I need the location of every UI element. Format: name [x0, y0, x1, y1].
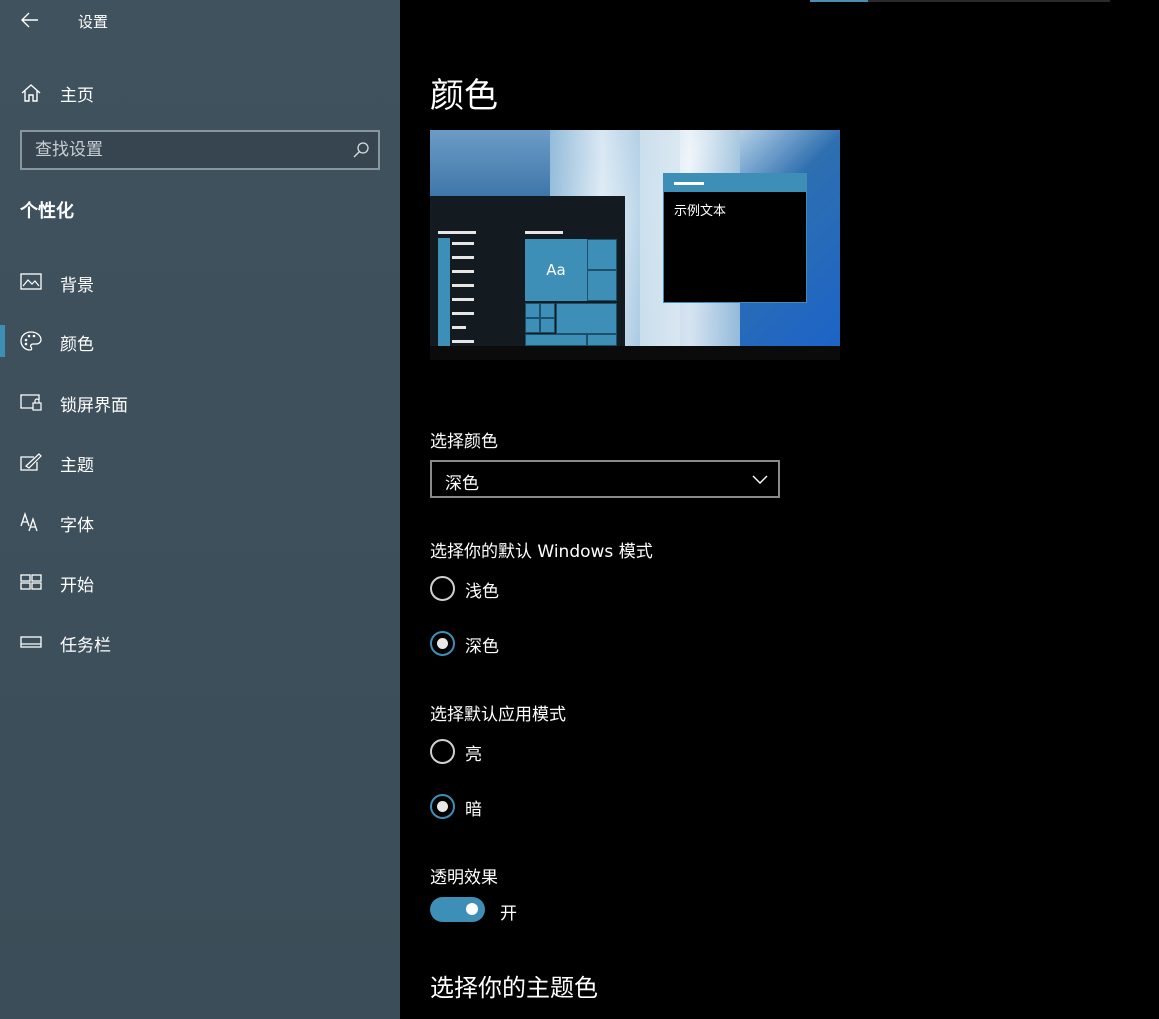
- app-mode-label: 选择默认应用模式: [430, 705, 566, 725]
- settings-sidebar: 设置 主页 个性化 背景 颜色: [0, 0, 400, 1019]
- preview-line: [525, 231, 563, 234]
- preview-line: [438, 231, 476, 234]
- home-icon: [21, 84, 41, 102]
- preview-tile: Aa: [525, 239, 587, 301]
- preview-line: [452, 284, 474, 287]
- font-icon: [20, 512, 38, 532]
- sidebar-item-label: 开始: [60, 576, 94, 596]
- radio-label: 深色: [465, 637, 499, 657]
- theme-preview: Aa 示例文本: [430, 130, 840, 360]
- radio-circle: [430, 739, 455, 764]
- back-button[interactable]: [14, 6, 46, 34]
- radio-circle: [430, 631, 455, 656]
- preview-window-titlebar: [664, 174, 806, 192]
- preview-start-stripe: [438, 238, 450, 346]
- main-content: 颜色 Aa 示例文本 选择颜色 深色 选择你的默认 Windows 模式 浅色 …: [400, 0, 1159, 1019]
- transparency-label: 透明效果: [430, 868, 498, 888]
- sidebar-item-colors[interactable]: 颜色: [0, 319, 400, 363]
- sidebar-item-background[interactable]: 背景: [0, 260, 400, 304]
- radio-circle: [430, 794, 455, 819]
- preview-line: [452, 326, 466, 329]
- preview-line: [452, 340, 474, 343]
- radio-label: 浅色: [465, 582, 499, 602]
- toggle-knob: [466, 903, 478, 915]
- choose-color-label: 选择颜色: [430, 432, 498, 452]
- scroll-indicator-thumb: [810, 0, 868, 2]
- back-arrow-icon: [21, 12, 38, 28]
- preview-line: [452, 312, 474, 315]
- radio-label: 暗: [465, 800, 482, 820]
- sidebar-item-lock-screen[interactable]: 锁屏界面: [0, 380, 400, 424]
- start-menu-icon: [20, 574, 42, 590]
- preview-tile: [556, 303, 617, 334]
- windows-mode-label: 选择你的默认 Windows 模式: [430, 542, 653, 562]
- sidebar-item-fonts[interactable]: 字体: [0, 500, 400, 544]
- section-title: 个性化: [20, 201, 74, 222]
- preview-tile: [540, 303, 555, 318]
- accent-color-heading: 选择你的主题色: [430, 974, 598, 1002]
- transparency-state-label: 开: [500, 904, 517, 924]
- radio-circle: [430, 576, 455, 601]
- windows-mode-light-radio[interactable]: 浅色: [430, 575, 630, 605]
- preview-tile: [540, 318, 555, 333]
- page-title: 颜色: [430, 76, 498, 116]
- chevron-down-icon: [752, 475, 768, 484]
- sidebar-item-label: 颜色: [60, 335, 94, 355]
- preview-sky: [430, 130, 550, 200]
- palette-icon: [20, 331, 42, 351]
- sidebar-item-taskbar[interactable]: 任务栏: [0, 620, 400, 664]
- sidebar-item-label: 任务栏: [60, 636, 111, 656]
- search-box: [20, 130, 380, 170]
- title-bar: 设置: [0, 0, 400, 40]
- sidebar-item-start[interactable]: 开始: [0, 560, 400, 604]
- preview-line: [452, 256, 474, 259]
- preview-tile: [525, 303, 540, 318]
- preview-tile: [525, 318, 540, 333]
- preview-line: [452, 242, 474, 245]
- transparency-toggle[interactable]: [430, 897, 485, 922]
- sidebar-item-label: 背景: [60, 276, 94, 296]
- sidebar-item-label: 字体: [60, 516, 94, 536]
- dropdown-value: 深色: [445, 474, 479, 494]
- search-icon[interactable]: [352, 141, 370, 159]
- preview-tile: [587, 239, 617, 270]
- app-mode-light-radio[interactable]: 亮: [430, 738, 630, 768]
- sidebar-item-label: 锁屏界面: [60, 396, 128, 416]
- radio-label: 亮: [465, 745, 482, 765]
- preview-start-menu: Aa: [430, 196, 625, 346]
- preview-taskbar: [430, 346, 840, 360]
- app-title: 设置: [78, 13, 109, 31]
- lock-screen-icon: [20, 394, 42, 411]
- preview-sample-window: 示例文本: [663, 173, 807, 303]
- sidebar-item-home[interactable]: 主页: [0, 72, 400, 112]
- theme-brush-icon: [20, 453, 42, 471]
- taskbar-icon: [20, 636, 42, 648]
- preview-line: [674, 182, 704, 185]
- preview-line: [452, 270, 474, 273]
- choose-color-dropdown[interactable]: 深色: [430, 460, 780, 498]
- preview-tile: [587, 270, 617, 301]
- app-mode-dark-radio[interactable]: 暗: [430, 793, 630, 823]
- preview-tile: [525, 334, 587, 346]
- preview-tile: [587, 334, 617, 346]
- preview-line: [452, 298, 474, 301]
- preview-sample-text: 示例文本: [674, 204, 727, 219]
- search-input[interactable]: [22, 132, 342, 168]
- sidebar-item-themes[interactable]: 主题: [0, 440, 400, 484]
- sidebar-item-label: 主页: [60, 86, 94, 106]
- windows-mode-dark-radio[interactable]: 深色: [430, 630, 630, 660]
- sidebar-item-label: 主题: [60, 456, 94, 476]
- picture-icon: [20, 273, 42, 290]
